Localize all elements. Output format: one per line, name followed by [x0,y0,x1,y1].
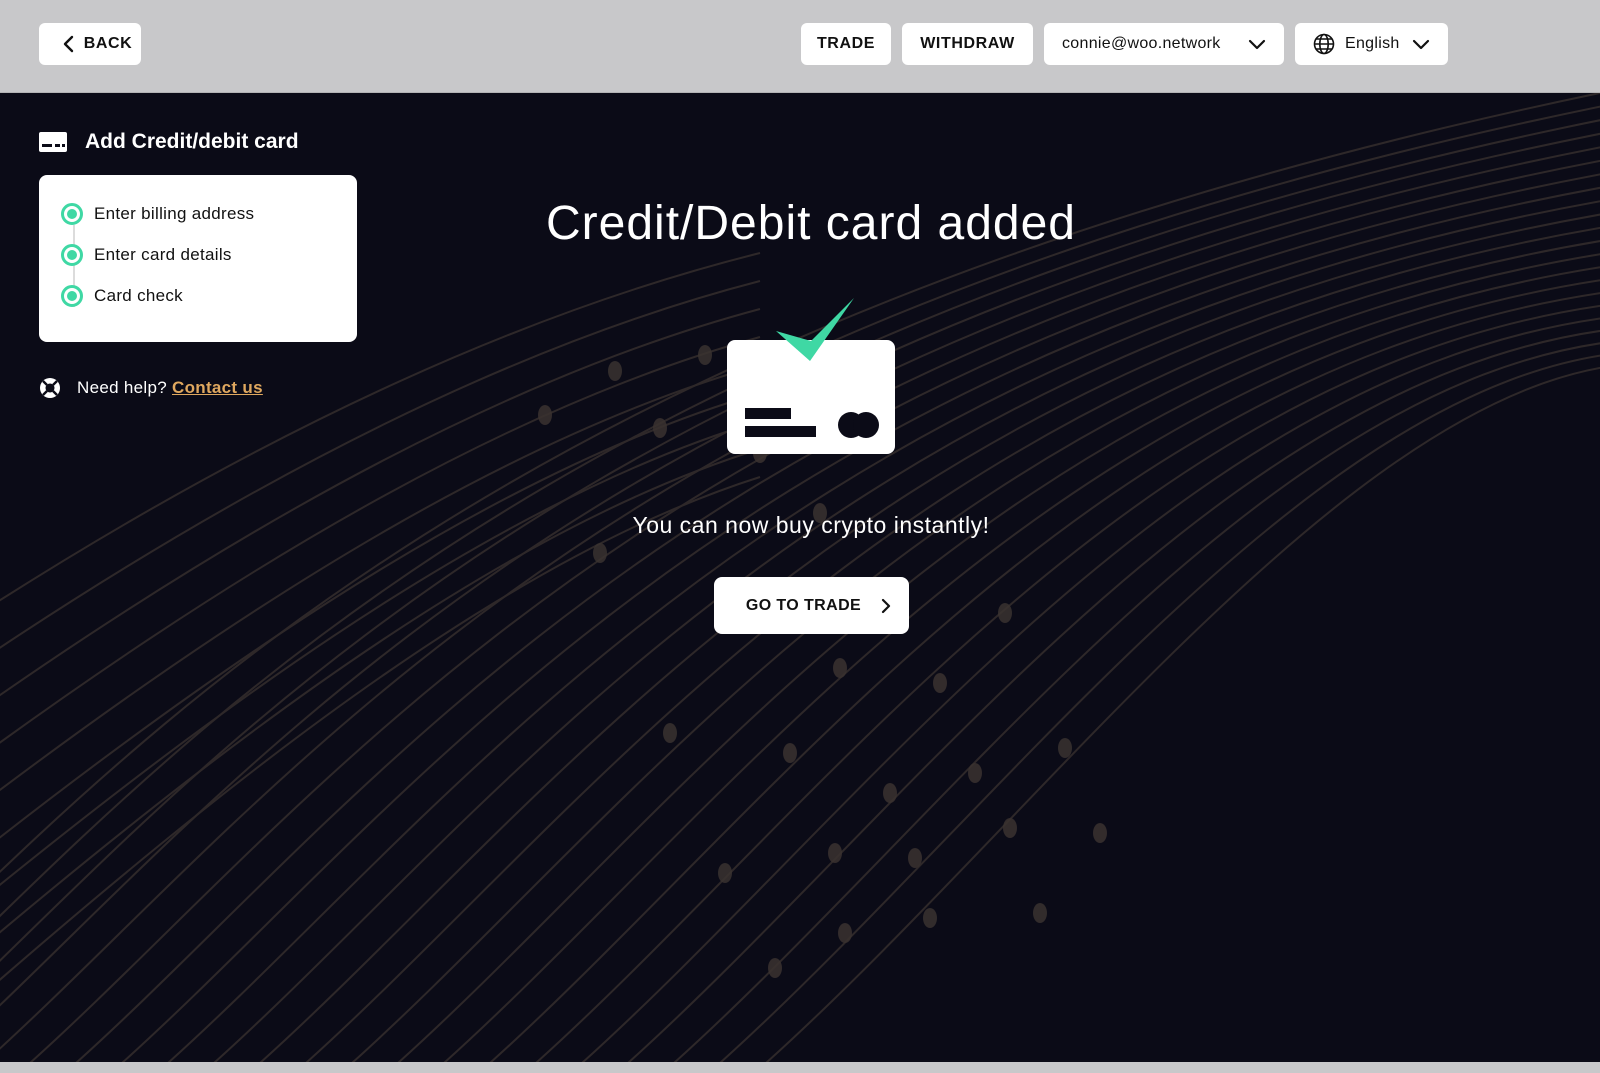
pattern-line [0,308,761,697]
pattern-line [443,279,1600,1063]
pattern-dot [1033,903,1047,923]
back-button[interactable]: BACK [39,23,141,65]
help-text: Need help? [77,378,167,397]
pattern-dot [783,743,797,763]
pattern-dot [698,345,712,365]
pattern-dot [1003,818,1017,838]
pattern-line [0,476,761,981]
pattern-dot [883,783,897,803]
pattern-dot [923,908,937,928]
chevron-down-icon [1412,38,1430,50]
pattern-dot [663,723,677,743]
pattern-dot [718,863,732,883]
step-label: Card check [94,286,183,305]
bottom-strip [0,1062,1600,1073]
top-bar: BACK TRADE WITHDRAW connie@woo.network E… [0,0,1600,93]
step-complete-icon [61,285,83,307]
chevron-right-icon [881,598,891,614]
back-label: BACK [83,35,133,52]
pattern-dot [1093,823,1107,843]
withdraw-button[interactable]: WITHDRAW [902,23,1033,65]
contact-us-link[interactable]: Contact us [172,378,263,397]
go-to-trade-button[interactable]: GO TO TRADE [714,577,909,634]
step-complete-icon [61,244,83,266]
pattern-dot [998,603,1012,623]
credit-card-icon [39,132,67,152]
go-to-trade-label: GO TO TRADE [745,596,862,614]
pattern-dot [908,848,922,868]
pattern-line [351,253,1600,1063]
account-dropdown[interactable]: connie@woo.network [1044,23,1284,65]
trade-button[interactable]: TRADE [801,23,891,65]
pattern-dot [538,405,552,425]
pattern-dot [968,763,982,783]
pattern-dot [653,418,667,438]
sidebar-title-text: Add Credit/debit card [85,130,299,153]
chevron-down-icon [1248,38,1266,50]
card-added-illustration [727,298,895,454]
language-label: English [1345,35,1400,52]
pattern-dot [933,673,947,693]
help-row: Need help? Contact us [39,375,263,401]
lifebuoy-icon [39,377,61,399]
pattern-dot [768,958,782,978]
withdraw-label: WITHDRAW [920,35,1015,52]
page-title: Credit/Debit card added [546,197,1076,250]
chevron-left-icon [62,35,74,53]
pattern-dot [838,923,852,943]
sidebar-title: Add Credit/debit card [39,127,299,157]
account-email: connie@woo.network [1062,35,1221,52]
pattern-dot [833,658,847,678]
success-message: You can now buy crypto instantly! [632,512,990,538]
step-card-check: Card check [61,282,183,310]
pattern-line [305,240,1600,1063]
pattern-dot [608,361,622,381]
pattern-dot [1058,738,1072,758]
step-complete-icon [61,203,83,225]
language-selector[interactable]: English [1295,23,1448,65]
pattern-dot [828,843,842,863]
globe-icon [1313,33,1335,55]
trade-label: TRADE [816,35,876,52]
pattern-dot [593,543,607,563]
